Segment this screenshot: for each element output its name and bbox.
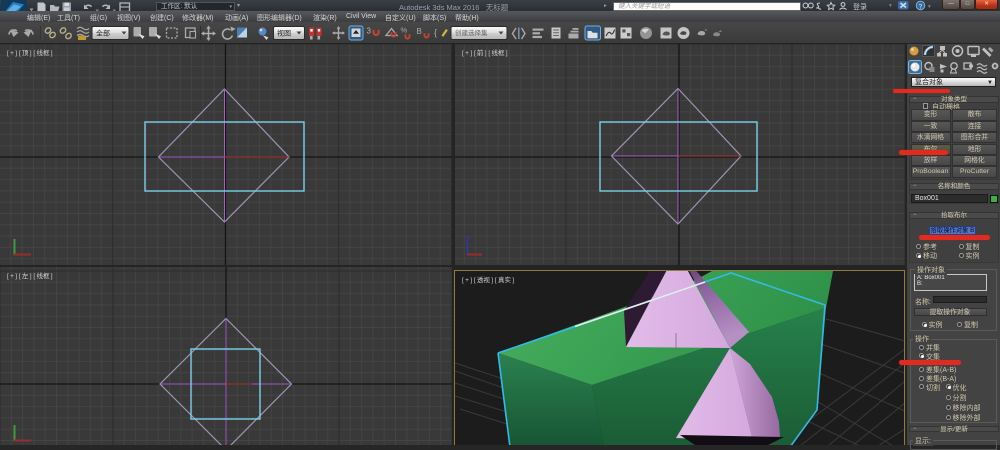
svg-text:?: ? (919, 3, 923, 10)
svg-text:全部: 全部 (96, 29, 110, 38)
svg-text:创建选择集: 创建选择集 (455, 28, 488, 37)
svg-text:▾: ▾ (928, 4, 931, 10)
svg-text:{: { (434, 28, 437, 38)
svg-text:B: B (417, 27, 422, 36)
svg-text:视图: 视图 (277, 29, 291, 38)
svg-text:%: % (401, 26, 408, 35)
svg-text:3: 3 (367, 27, 372, 36)
